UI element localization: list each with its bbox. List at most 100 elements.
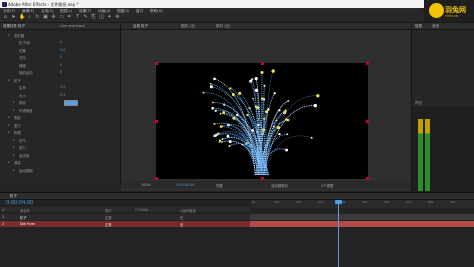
disclosure-triangle-icon[interactable]: ▸ — [8, 123, 10, 127]
effect-property-row[interactable]: 粒子/秒 0 — [0, 40, 120, 45]
handle-bottom-left[interactable] — [155, 177, 158, 180]
tab-effect-controls[interactable]: 效果控件 粒子 — [3, 24, 25, 29]
tab-layer[interactable]: 图层 (无) — [181, 24, 195, 29]
effect-property-row[interactable]: ▸ 发射器 — [0, 32, 120, 38]
layer-mode[interactable]: 正常 — [105, 215, 112, 220]
effect-property-value[interactable]: 0 — [60, 55, 62, 59]
tab-composition[interactable]: 合成 粒子 — [133, 24, 148, 29]
time-ruler[interactable]: 0s 01s 02s 03s 04s 05s 06s 07s 08s 09s — [250, 200, 474, 208]
tab-timeline[interactable]: 粒子 — [10, 194, 17, 199]
disclosure-triangle-icon[interactable]: ▸ — [13, 145, 15, 149]
layer-parent[interactable]: 无 — [180, 222, 183, 227]
particle-dot — [209, 85, 213, 89]
effect-property-value[interactable]: 2.5 — [60, 93, 65, 97]
disclosure-triangle-icon[interactable]: ▸ — [13, 100, 15, 104]
eraser-tool-icon[interactable]: ◫ — [99, 15, 104, 20]
composition-canvas[interactable] — [155, 62, 369, 180]
disclosure-triangle-icon[interactable]: ▸ — [8, 78, 10, 82]
disclosure-triangle-icon[interactable]: ▸ — [8, 115, 10, 119]
pen-tool-icon[interactable]: ✒ — [67, 15, 72, 20]
right-panel: 信息 音频 预览 效果和预设 — [411, 23, 474, 191]
disclosure-triangle-icon[interactable]: ▸ — [8, 130, 10, 134]
layer-mode[interactable]: 正常 — [105, 222, 112, 227]
home-icon[interactable]: ⌂ — [3, 15, 8, 20]
handle-bottom-mid[interactable] — [261, 177, 264, 180]
tab-audio[interactable]: 音频 — [432, 24, 439, 29]
col-source-name: 源名称 — [20, 208, 30, 213]
effect-property-row[interactable]: ▸ 阴影 — [0, 115, 120, 120]
brush-tool-icon[interactable]: ✎ — [83, 15, 88, 20]
rotate-tool-icon[interactable]: ↻ — [35, 15, 40, 20]
handle-mid-right[interactable] — [366, 120, 369, 123]
playhead-line[interactable] — [338, 200, 339, 267]
particle-dot — [226, 134, 230, 138]
camera-tool-icon[interactable]: ▣ — [43, 15, 48, 20]
disclosure-triangle-icon[interactable]: ▸ — [13, 153, 15, 157]
handle-top-right[interactable] — [366, 62, 369, 65]
effect-property-row[interactable]: ▸ 粒子 — [0, 77, 120, 83]
composition-panel: 合成 粒子 图层 (无) 素材 (无) 100% 0:00:00:00 完整 活… — [121, 23, 411, 191]
effect-property-value[interactable]: 0 — [60, 70, 62, 74]
clone-tool-icon[interactable]: ⎘ — [91, 15, 96, 20]
selection-tool-icon[interactable]: ➤ — [11, 15, 16, 20]
tab-line-and-track[interactable]: Line and track — [60, 24, 85, 28]
effect-property-value[interactable]: 0,0 — [60, 48, 65, 52]
effect-property-row[interactable]: ▸ 风力 — [0, 145, 120, 150]
layer-track-2[interactable] — [250, 221, 474, 227]
disclosure-triangle-icon[interactable]: ▸ — [8, 160, 10, 164]
zoom-tool-icon[interactable]: ⌕ — [27, 15, 32, 20]
effect-property-value[interactable]: 0 — [60, 63, 62, 67]
roto-brush-icon[interactable]: ✦ — [107, 15, 112, 20]
effect-property-row[interactable]: ▸ 不透明度 — [0, 107, 120, 113]
effect-property-row[interactable]: 大小 2.5 — [0, 92, 120, 98]
handle-bottom-right[interactable] — [366, 177, 369, 180]
resolution-select[interactable]: 完整 — [216, 183, 223, 188]
effect-property-row[interactable]: ▸ 空气 — [0, 137, 120, 143]
viewer-timecode[interactable]: 0:00:00:00 — [176, 183, 195, 187]
tab-info[interactable]: 信息 — [415, 24, 422, 29]
disclosure-triangle-icon[interactable]: ▸ — [13, 168, 15, 172]
hand-tool-icon[interactable]: ✋ — [19, 15, 25, 20]
layer-number: 1 — [2, 215, 5, 219]
disclosure-triangle-icon[interactable]: ▸ — [13, 108, 15, 112]
type-tool-icon[interactable]: T — [75, 15, 80, 20]
rectangle-tool-icon[interactable]: ▭ — [59, 15, 64, 20]
effect-property-row[interactable]: 位置 0,0 — [0, 47, 120, 53]
handle-top-left[interactable] — [155, 62, 158, 65]
effect-property-row[interactable]: 方向 0 — [0, 55, 120, 60]
particle-dot — [211, 101, 214, 104]
effect-property-row[interactable]: ▸ 物理 — [0, 130, 120, 135]
layer-name[interactable]: 粒子 — [20, 215, 27, 220]
effect-property-row[interactable]: 生命 2.0 — [0, 85, 120, 90]
puppet-tool-icon[interactable]: ✜ — [115, 15, 120, 20]
effect-property-row[interactable]: ▸ 重力 — [0, 122, 120, 128]
particle-dot — [251, 78, 254, 81]
effect-property-row[interactable]: ▸ 颜色 — [0, 100, 120, 106]
disclosure-triangle-icon[interactable]: ▸ — [8, 33, 10, 37]
layer-row-1[interactable]: 1 粒子 正常 无 — [0, 214, 250, 220]
effect-property-row[interactable]: ▸ 运动模糊 — [0, 167, 120, 173]
handle-top-mid[interactable] — [261, 62, 264, 65]
zoom-select[interactable]: 100% — [141, 183, 151, 187]
effect-property-value[interactable]: 0 — [60, 40, 62, 44]
pan-behind-icon[interactable]: ✣ — [51, 15, 56, 20]
preview-label[interactable]: 预览 — [415, 101, 422, 106]
effect-property-label: 渲染 — [14, 161, 21, 165]
views-select[interactable]: 1个视图 — [321, 183, 333, 188]
disclosure-triangle-icon[interactable]: ▸ — [13, 138, 15, 142]
timeline-timecode[interactable]: 0:00:04:00 — [6, 200, 33, 206]
ruler-tick-label: 08s — [428, 200, 434, 204]
effect-property-row[interactable]: 速度 0 — [0, 62, 120, 68]
effect-property-row[interactable]: ▸ 渲染 — [0, 160, 120, 165]
color-swatch[interactable] — [64, 100, 78, 106]
layer-row-2[interactable]: 2 Dot Form 正常 无 — [0, 221, 250, 227]
effect-property-value[interactable]: 2.0 — [60, 85, 65, 89]
layer-track-1[interactable] — [250, 214, 474, 220]
layer-parent[interactable]: 无 — [180, 215, 183, 220]
tab-footage[interactable]: 素材 (无) — [216, 24, 230, 29]
layer-name[interactable]: Dot Form — [20, 222, 35, 226]
camera-select[interactable]: 活动摄像机 — [271, 183, 288, 188]
handle-mid-left[interactable] — [155, 120, 158, 123]
effect-property-row[interactable]: ▸ 湍流场 — [0, 152, 120, 158]
effect-property-row[interactable]: 随机运动 0 — [0, 70, 120, 75]
